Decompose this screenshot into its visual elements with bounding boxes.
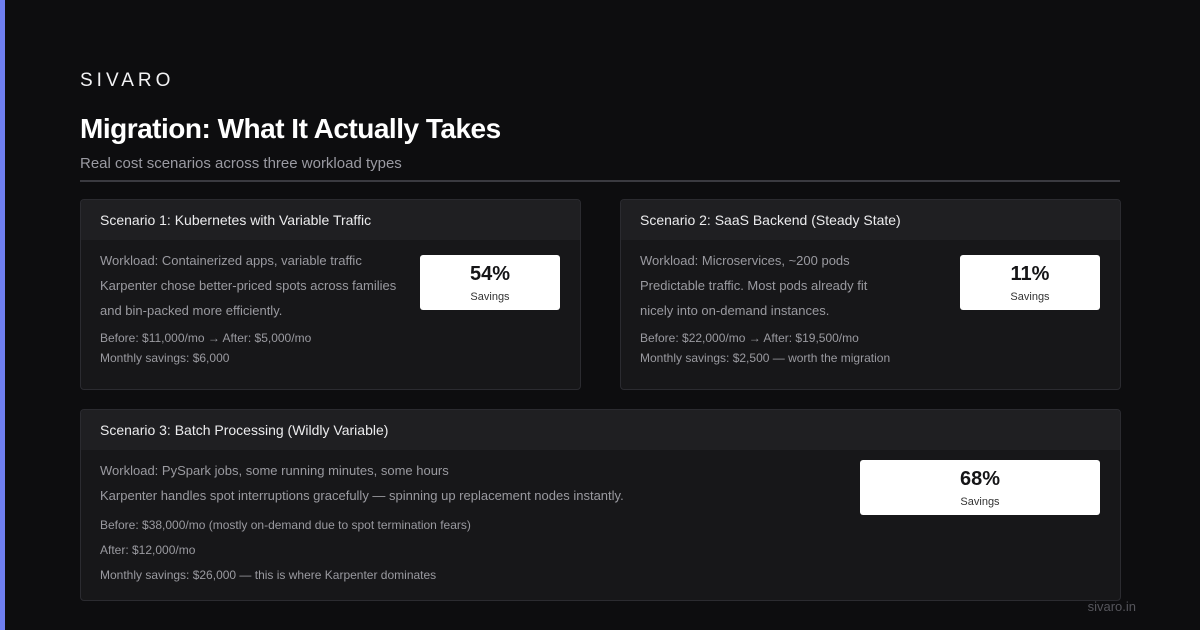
savings-metric: 54% Savings — [420, 255, 560, 310]
savings-label: Savings — [1010, 290, 1050, 303]
scenario-header: Scenario 1: Kubernetes with Variable Tra… — [81, 200, 580, 240]
accent-bar — [0, 0, 5, 630]
scenario-body: Workload: PySpark jobs, some running min… — [81, 450, 1120, 588]
savings-percent: 11% — [1010, 262, 1050, 285]
footer-url: sivaro.in — [1087, 599, 1136, 614]
scenario-card-2: Scenario 2: SaaS Backend (Steady State) … — [620, 199, 1121, 390]
scenario-header: Scenario 3: Batch Processing (Wildly Var… — [81, 410, 1120, 450]
scenario-detail: Monthly savings: $6,000 — [100, 351, 230, 365]
page-subtitle: Real cost scenarios across three workloa… — [80, 155, 402, 172]
scenario-body: Workload: Containerized apps, variable t… — [81, 240, 580, 368]
scenario-body: Workload: Microservices, ~200 pods Predi… — [621, 240, 1120, 368]
scenario-card-3: Scenario 3: Batch Processing (Wildly Var… — [80, 409, 1121, 601]
savings-metric: 68% Savings — [860, 460, 1100, 515]
savings-percent: 68% — [959, 467, 1001, 490]
slide: SIVARO Migration: What It Actually Takes… — [0, 0, 1200, 630]
page-title: Migration: What It Actually Takes — [80, 113, 501, 144]
scenario-card-1: Scenario 1: Kubernetes with Variable Tra… — [80, 199, 581, 390]
brand-logo: SIVARO — [80, 70, 175, 91]
savings-label: Savings — [470, 290, 510, 303]
scenario-header: Scenario 2: SaaS Backend (Steady State) — [621, 200, 1120, 240]
scenario-detail: After: $12,000/mo — [100, 543, 196, 557]
savings-label: Savings — [960, 495, 1000, 508]
scenario-detail: Before: $38,000/mo (mostly on-demand due… — [100, 518, 471, 532]
scenario-detail: Before: $22,000/mo → After: $19,500/mo — [640, 331, 859, 345]
scenario-detail: Monthly savings: $26,000 — this is where… — [100, 568, 437, 582]
savings-metric: 11% Savings — [960, 255, 1100, 310]
title-divider — [80, 180, 1120, 182]
scenario-detail: Before: $11,000/mo → After: $5,000/mo — [100, 331, 312, 345]
scenario-detail: Monthly savings: $2,500 — worth the migr… — [640, 351, 891, 365]
savings-percent: 54% — [469, 262, 511, 285]
